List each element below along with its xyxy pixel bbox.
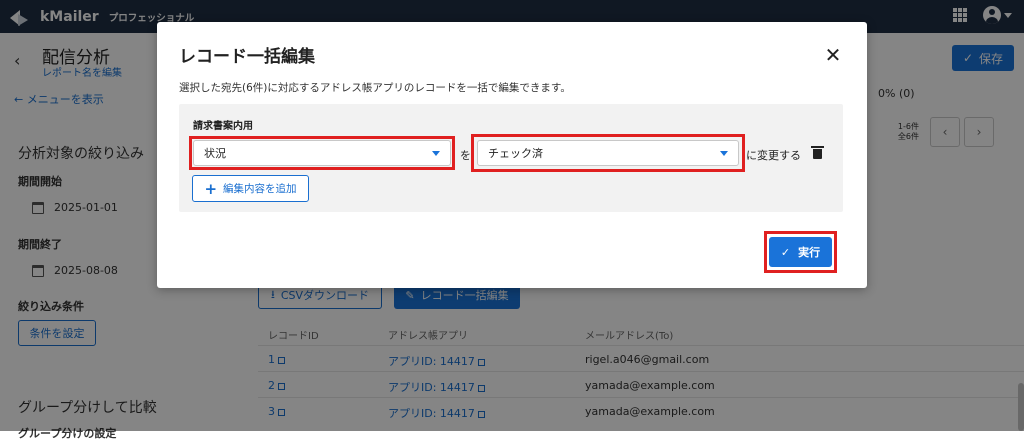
add-edit-item-button[interactable]: + 編集内容を追加 [192, 175, 309, 202]
add-edit-item-label: 編集内容を追加 [223, 183, 297, 195]
edit-rule-panel: 請求書案内用 状況 を チェック済 に変更する + 編集内容を追加 [179, 104, 843, 212]
trash-icon[interactable] [811, 146, 824, 159]
close-icon[interactable]: ✕ [822, 44, 844, 66]
plus-icon: + [204, 179, 218, 198]
dialog-title: レコード一括編集 [179, 47, 315, 67]
change-suffix-text: に変更する [746, 149, 801, 162]
highlight-field-select [189, 136, 455, 170]
highlight-value-select [471, 134, 745, 172]
dialog-description: 選択した宛先(6件)に対応するアドレス帳アプリのレコードを一括で編集できます。 [179, 82, 571, 94]
connector-text: を [460, 149, 471, 162]
app-field-title: 請求書案内用 [193, 121, 253, 132]
highlight-execute-button [764, 231, 837, 273]
bulk-edit-dialog: レコード一括編集 ✕ 選択した宛先(6件)に対応するアドレス帳アプリのレコードを… [157, 22, 867, 288]
